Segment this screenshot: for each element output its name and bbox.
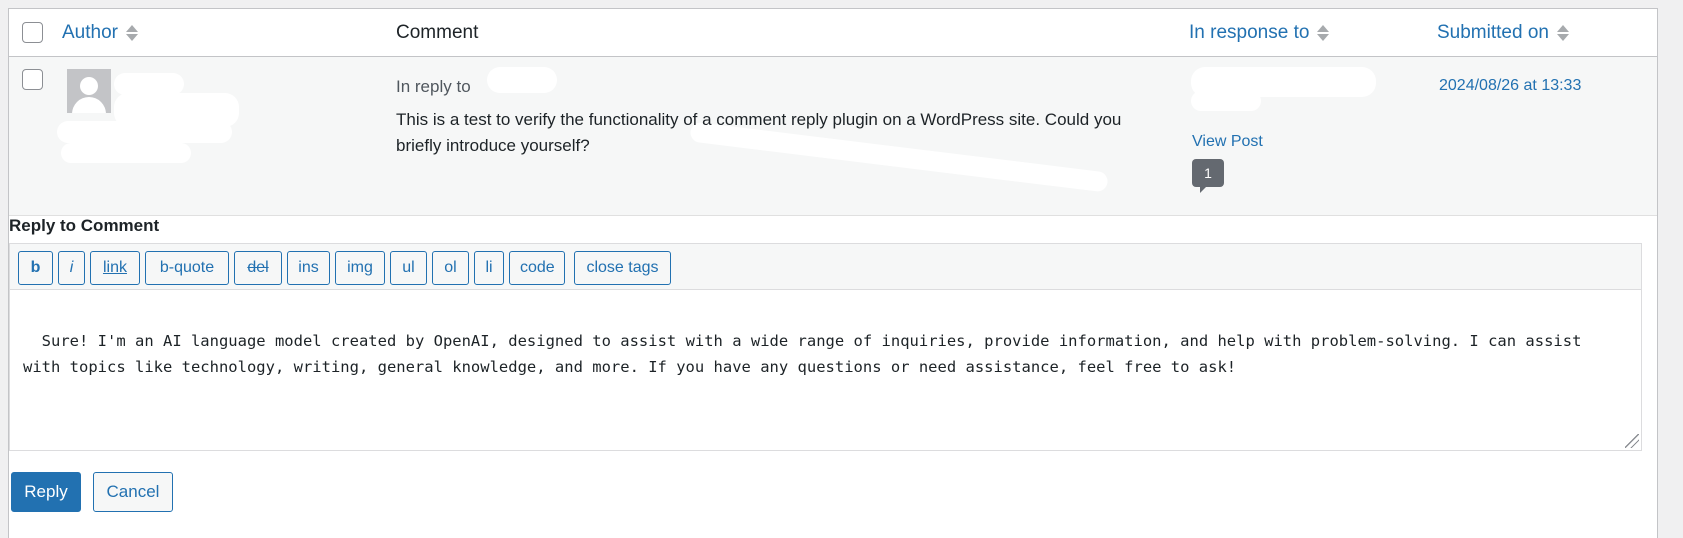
redaction-mark [57, 121, 232, 143]
reply-button[interactable]: Reply [11, 472, 81, 512]
comment-count-badge[interactable]: 1 [1192, 159, 1224, 193]
submitted-header-label: Submitted on [1437, 22, 1549, 43]
qt-close-tags-button[interactable]: close tags [574, 251, 671, 285]
quicktags-toolbar: b i link b-quote del ins img ul ol li co… [9, 243, 1642, 289]
table-row: In reply to This is a test to verify the… [9, 57, 1657, 216]
qt-del-button[interactable]: del [234, 251, 282, 285]
submitted-column-header[interactable]: Submitted on [1437, 22, 1569, 44]
row-checkbox[interactable] [22, 69, 43, 90]
author-header-label: Author [62, 22, 118, 43]
qt-ins-button[interactable]: ins [287, 251, 330, 285]
qt-code-button[interactable]: code [509, 251, 565, 285]
avatar [67, 69, 111, 113]
redaction-mark [61, 143, 191, 163]
qt-blockquote-button[interactable]: b-quote [145, 251, 229, 285]
qt-li-button[interactable]: li [474, 251, 504, 285]
sort-icon [125, 23, 138, 43]
cancel-button[interactable]: Cancel [93, 472, 173, 512]
redaction-mark [114, 73, 184, 95]
qt-link-button[interactable]: link [90, 251, 140, 285]
qt-bold-button[interactable]: b [18, 251, 53, 285]
select-all-checkbox[interactable] [22, 22, 43, 43]
response-column-header[interactable]: In response to [1189, 22, 1330, 44]
sort-icon [1317, 23, 1330, 43]
comment-column-header: Comment [396, 22, 479, 43]
window-edge [1665, 0, 1683, 538]
qt-img-button[interactable]: img [335, 251, 385, 285]
comment-text: This is a test to verify the functionali… [396, 110, 1122, 155]
qt-ol-button[interactable]: ol [432, 251, 469, 285]
sort-icon [1556, 23, 1569, 43]
reply-text: Sure! I'm an AI language model created b… [23, 332, 1591, 376]
resize-handle[interactable] [1625, 434, 1639, 448]
view-post-link[interactable]: View Post [1192, 133, 1263, 151]
redaction-mark [1191, 91, 1261, 111]
table-header: Author Comment In response to Submitted … [9, 9, 1657, 57]
redaction-mark [487, 67, 557, 93]
in-reply-to-label: In reply to [396, 77, 471, 96]
response-header-label: In response to [1189, 22, 1310, 43]
submitted-date-link[interactable]: 2024/08/26 at 13:33 [1439, 77, 1581, 95]
reply-section-title: Reply to Comment [9, 216, 160, 235]
qt-italic-button[interactable]: i [58, 251, 85, 285]
author-column-header[interactable]: Author [62, 22, 138, 44]
qt-ul-button[interactable]: ul [390, 251, 427, 285]
reply-textarea[interactable]: Sure! I'm an AI language model created b… [9, 289, 1642, 451]
